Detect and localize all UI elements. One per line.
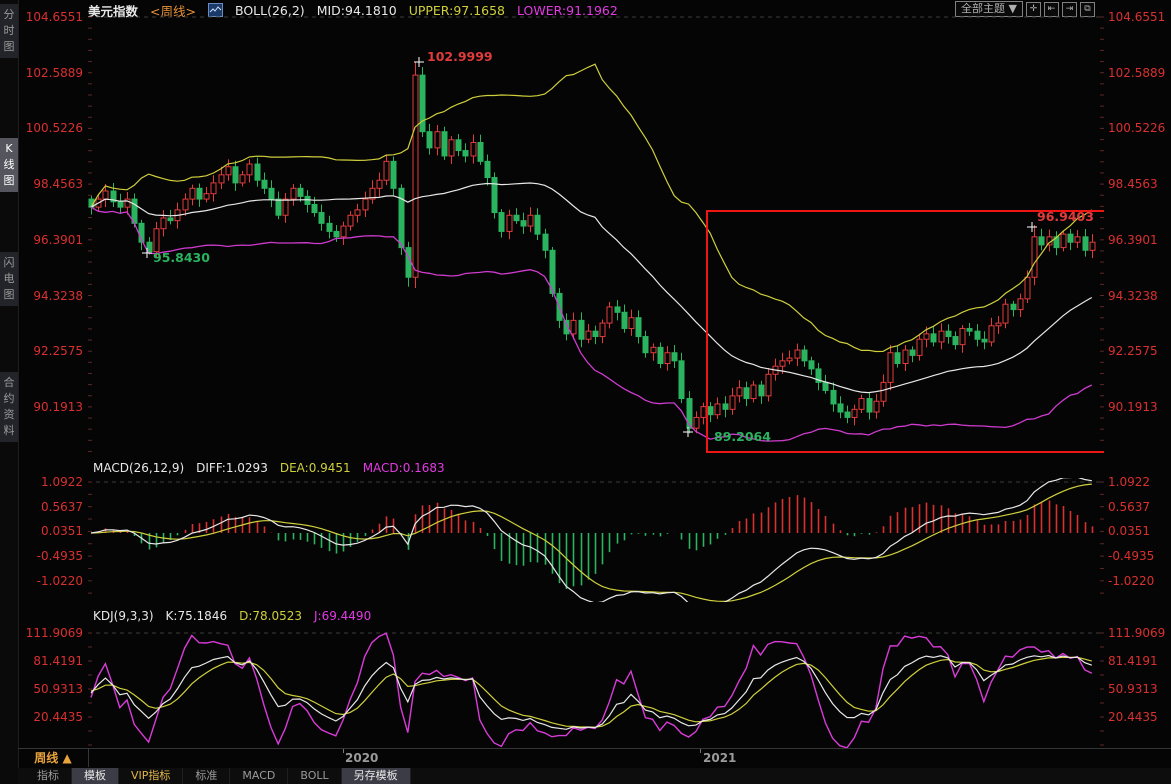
axis-tick-label: -0.4935 — [1108, 549, 1154, 563]
up-arrow-icon: ▲ — [62, 751, 71, 765]
axis-tick-label: 94.3238 — [33, 289, 83, 303]
macd-diff-value: DIFF:1.0293 — [196, 461, 268, 476]
sidebar-item-flash-chart[interactable]: 闪电图 — [0, 252, 18, 306]
kdj-name[interactable]: KDJ(9,3,3) — [93, 609, 154, 624]
axis-tick-label: 92.2575 — [33, 344, 83, 358]
axis-tick-label: 81.4191 — [1108, 654, 1158, 668]
year-label-2021: 2021 — [703, 751, 736, 765]
kdj-j-value: J:69.4490 — [314, 609, 371, 624]
trading-app-window: 分时图 K线图 闪电图 合约资料 美元指数 <周线> BOLL(26,2) MI… — [0, 0, 1171, 784]
macd-name[interactable]: MACD(26,12,9) — [93, 461, 184, 476]
axis-tick-label: 98.4563 — [33, 177, 83, 191]
sidebar-item-kline-chart[interactable]: K线图 — [0, 138, 18, 192]
axis-tick-label: 81.4191 — [33, 654, 83, 668]
tab-save-template[interactable]: 另存模板 — [342, 768, 411, 784]
axis-tick-label: 1.0922 — [1108, 475, 1150, 489]
axis-tick-label: 102.5889 — [1108, 66, 1165, 80]
axis-tick-label: 90.1913 — [33, 400, 83, 414]
axis-tick-label: 0.0351 — [41, 524, 83, 538]
kdj-d-value: D:78.0523 — [239, 609, 302, 624]
axis-tick-label: 111.9069 — [1108, 626, 1165, 640]
tab-indicators[interactable]: 指标 — [25, 768, 72, 784]
axis-tick-label: 0.5637 — [41, 500, 83, 514]
high-price-annotation: 102.9999 — [427, 49, 493, 64]
kdj-panel-header: KDJ(9,3,3) K:75.1846 D:78.0523 J:69.4490 — [93, 609, 371, 624]
tab-standard[interactable]: 标准 — [183, 768, 230, 784]
axis-tick-label: 96.3901 — [1108, 233, 1158, 247]
sidebar-item-contract-info[interactable]: 合约资料 — [0, 372, 18, 442]
axis-tick-label: 20.4435 — [1108, 710, 1158, 724]
indicator-tabbar: 指标 模板 VIP指标 标准 MACD BOLL 另存模板 — [18, 768, 1171, 784]
right-price-axis: 104.6551 102.5889 100.5226 98.4563 96.3901 94… — [1106, 0, 1171, 748]
axis-tick-label: 100.5226 — [26, 121, 83, 135]
sidebar-item-time-chart[interactable]: 分时图 — [0, 4, 18, 58]
low-price-annotation: 89.2064 — [714, 429, 771, 444]
axis-tick-label: 94.3238 — [1108, 289, 1158, 303]
axis-tick-label: 92.2575 — [1108, 344, 1158, 358]
axis-tick-label: -0.4935 — [37, 549, 83, 563]
tab-vip-indicators[interactable]: VIP指标 — [119, 768, 183, 784]
axis-tick-label: 50.9313 — [33, 682, 83, 696]
kdj-panel[interactable] — [88, 624, 1104, 748]
chart-type-sidebar: 分时图 K线图 闪电图 合约资料 — [0, 0, 19, 784]
year-tick — [343, 749, 344, 753]
axis-tick-label: 100.5226 — [1108, 121, 1165, 135]
year-label-2020: 2020 — [345, 751, 378, 765]
high-price-annotation: 96.9403 — [1037, 209, 1094, 224]
axis-tick-label: 20.4435 — [33, 710, 83, 724]
year-tick — [700, 749, 701, 753]
axis-tick-label: 50.9313 — [1108, 682, 1158, 696]
axis-tick-label: 0.5637 — [1108, 500, 1150, 514]
axis-tick-label: 104.6551 — [1108, 10, 1165, 24]
axis-tick-label: 90.1913 — [1108, 400, 1158, 414]
axis-tick-label: 0.0351 — [1108, 524, 1150, 538]
axis-tick-label: 111.9069 — [26, 626, 83, 640]
period-selector-button[interactable]: 周线 ▲ — [18, 749, 89, 767]
tab-macd[interactable]: MACD — [230, 768, 288, 784]
main-candlestick-panel[interactable]: 95.8430 102.9999 89.2064 96.9403 — [88, 10, 1104, 455]
left-price-axis: 104.6551 102.5889 100.5226 98.4563 96.3901 94… — [18, 0, 86, 748]
axis-tick-label: 102.5889 — [26, 66, 83, 80]
tab-boll[interactable]: BOLL — [288, 768, 341, 784]
axis-tick-label: 1.0922 — [41, 475, 83, 489]
kdj-k-value: K:75.1846 — [166, 609, 228, 624]
axis-tick-label: 104.6551 — [26, 10, 83, 24]
macd-bar-value: MACD:0.1683 — [363, 461, 445, 476]
macd-dea-value: DEA:0.9451 — [280, 461, 351, 476]
axis-tick-label: -1.0220 — [1108, 574, 1154, 588]
low-price-annotation: 95.8430 — [153, 250, 210, 265]
tab-templates[interactable]: 模板 — [72, 768, 119, 784]
axis-tick-label: 98.4563 — [1108, 177, 1158, 191]
axis-tick-label: -1.0220 — [37, 574, 83, 588]
macd-panel[interactable] — [88, 478, 1104, 602]
time-axis: 周线 ▲ 2020 2021 — [18, 748, 1171, 769]
macd-panel-header: MACD(26,12,9) DIFF:1.0293 DEA:0.9451 MAC… — [93, 461, 445, 476]
axis-tick-label: 96.3901 — [33, 233, 83, 247]
